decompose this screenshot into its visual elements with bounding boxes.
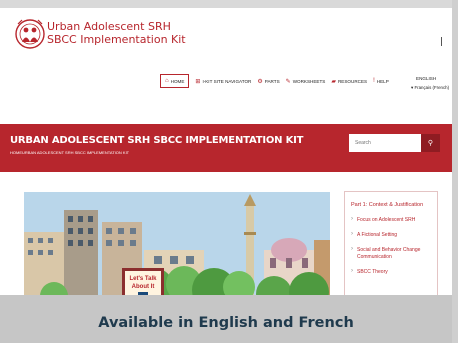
- hero-illustration: Let's Talk About It: [24, 192, 330, 302]
- svg-text:Let's Talk: Let's Talk: [130, 276, 158, 282]
- book-icon: ▰: [331, 78, 336, 85]
- language-current[interactable]: ENGLISH: [416, 76, 449, 81]
- language-caption: Available in English and French: [0, 295, 452, 343]
- nav-worksheets-label: WORKSHEETS: [292, 78, 326, 84]
- breadcrumb[interactable]: HOMEURBAN ADOLESCENT SRH SBCC IMPLEMENTA…: [10, 150, 129, 155]
- gear-icon: ⚙: [257, 78, 263, 85]
- webpage: Urban Adolescent SRH SBCC Implementation…: [0, 8, 452, 343]
- sitemap-icon: ⊞: [195, 78, 201, 85]
- question-icon: !: [373, 78, 375, 84]
- nav-resources-label: RESOURCES: [337, 78, 368, 84]
- nav-parts-label: PARTS: [264, 78, 280, 84]
- sidebar-menu: Part 1: Context & Justification Focus on…: [344, 191, 438, 303]
- main-nav: ⌂ HOME ⊞ I-KIT SITE NAVIGATOR ⚙ PARTS ✎ …: [160, 74, 389, 88]
- sidebar-item-fictional-setting[interactable]: A Fictional Setting: [345, 231, 437, 239]
- language-selector[interactable]: ENGLISH ▾ Français (French): [411, 76, 449, 91]
- sidebar-item-sbcc-theory[interactable]: SBCC Theory: [345, 268, 437, 276]
- nav-help[interactable]: ! HELP: [373, 78, 389, 84]
- brand-line-1: Urban Adolescent SRH: [47, 20, 171, 33]
- nav-help-label: HELP: [376, 78, 389, 84]
- brand-line-2: SBCC Implementation Kit: [47, 33, 186, 46]
- header-divider: [441, 37, 442, 46]
- nav-parts[interactable]: ⚙ PARTS: [257, 78, 279, 85]
- sidebar-list: Focus on Adolescent SRH A Fictional Sett…: [345, 216, 437, 276]
- sidebar-item-focus[interactable]: Focus on Adolescent SRH: [345, 216, 437, 224]
- frame-shadow: [452, 0, 458, 343]
- kit-logo[interactable]: [14, 18, 46, 50]
- brand-title[interactable]: Urban Adolescent SRH SBCC Implementation…: [47, 20, 186, 46]
- nav-resources[interactable]: ▰ RESOURCES: [331, 78, 367, 85]
- nav-home-label: HOME: [170, 78, 185, 84]
- page-banner: URBAN ADOLESCENT SRH SBCC IMPLEMENTATION…: [0, 124, 452, 172]
- nav-site-navigator-label: I-KIT SITE NAVIGATOR: [202, 78, 252, 84]
- sidebar-heading[interactable]: Part 1: Context & Justification: [351, 202, 437, 209]
- search-icon: ⚲: [427, 140, 434, 147]
- language-option-french[interactable]: ▾ Français (French): [411, 85, 449, 91]
- home-icon: ⌂: [165, 78, 169, 84]
- search-box: [349, 134, 421, 152]
- sidebar-item-sbcc[interactable]: Social and Behavior Change Communication: [345, 246, 437, 261]
- nav-home[interactable]: ⌂ HOME: [160, 74, 190, 88]
- language-option-label: Français (French): [414, 85, 450, 90]
- pencil-icon: ✎: [285, 78, 291, 85]
- page-title: URBAN ADOLESCENT SRH SBCC IMPLEMENTATION…: [10, 135, 304, 146]
- svg-text:About It: About It: [132, 284, 155, 290]
- nav-worksheets[interactable]: ✎ WORKSHEETS: [286, 78, 326, 85]
- nav-site-navigator[interactable]: ⊞ I-KIT SITE NAVIGATOR: [195, 78, 251, 85]
- search-input[interactable]: [355, 140, 411, 146]
- search-button[interactable]: ⚲: [421, 134, 440, 152]
